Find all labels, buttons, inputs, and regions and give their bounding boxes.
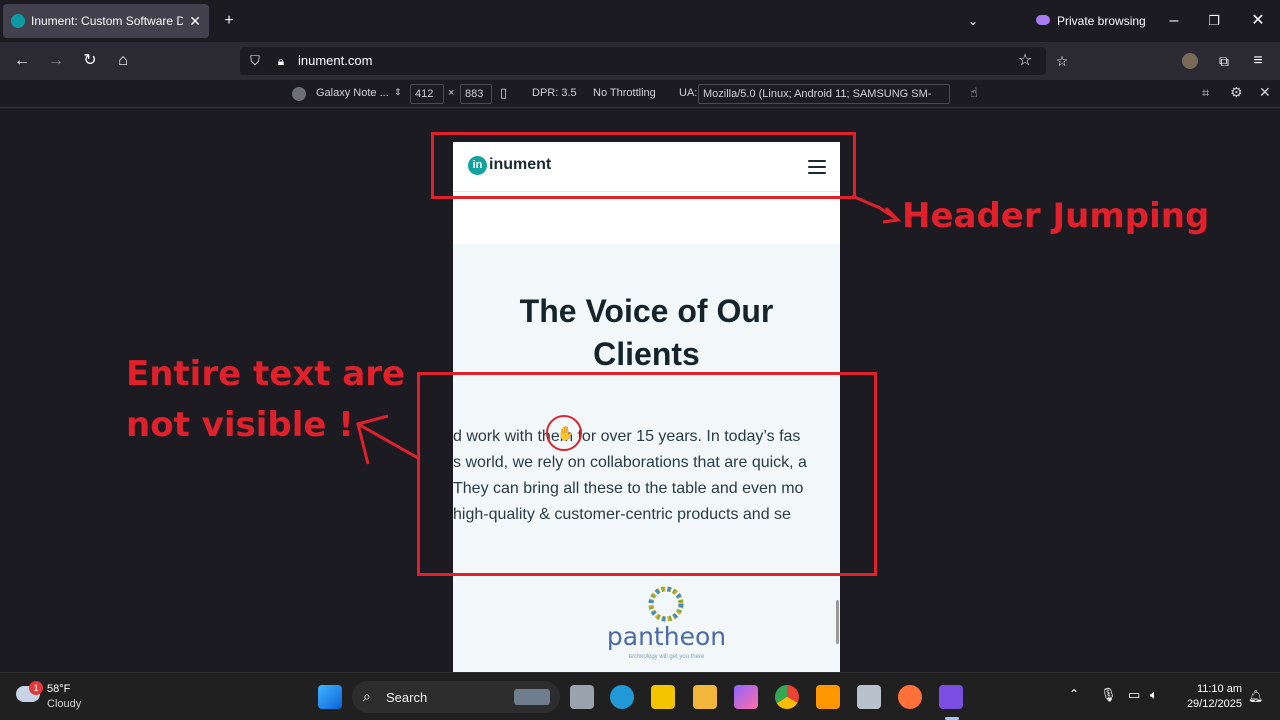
- text-arrow-icon: [356, 414, 419, 465]
- bookmark-star-icon[interactable]: ☆: [1015, 51, 1035, 71]
- weather-temperature[interactable]: 58°F: [47, 683, 70, 695]
- close-tab-icon[interactable]: ✕: [189, 13, 201, 30]
- heading-line-2: Clients: [593, 336, 700, 372]
- menu-icon[interactable]: ≡: [1248, 51, 1268, 71]
- volume-icon[interactable]: 🔈︎: [1150, 687, 1158, 703]
- chrome-icon[interactable]: [775, 685, 799, 709]
- restore-icon[interactable]: ❐: [1204, 11, 1224, 31]
- network-icon[interactable]: ▭: [1128, 687, 1140, 703]
- rotate-viewport-icon[interactable]: ▯: [500, 85, 507, 101]
- settings-gear-icon[interactable]: ⚙: [1230, 84, 1243, 101]
- firefox-icon[interactable]: [898, 685, 922, 709]
- viewport-width-input[interactable]: 412: [410, 84, 444, 104]
- task-view-icon[interactable]: [570, 685, 594, 709]
- client-tagline: technology will get you there: [628, 654, 705, 660]
- clock-date[interactable]: 29/12/2025: [1180, 698, 1242, 710]
- device-selector-chevron-icon[interactable]: ⇕: [394, 87, 402, 98]
- list-tabs-chevron-icon[interactable]: ⌄: [963, 11, 983, 31]
- windows-taskbar: 1 58°F Cloudy ⌕ Search ⌃ 🎙︎ ▭ 🔈︎ 11:10 a…: [0, 672, 1280, 720]
- lock-icon[interactable]: 🔒︎: [272, 51, 290, 71]
- navigation-bar: ← → ↻ ⌂ ⛉ 🔒︎ inument.com ☆ ☆ ⧉ ≡: [0, 42, 1280, 80]
- private-mask-icon: [1036, 15, 1050, 25]
- testimonials-heading: The Voice of Our Clients: [453, 290, 840, 376]
- edge-icon[interactable]: [610, 685, 634, 709]
- account-avatar-icon[interactable]: [1182, 53, 1198, 69]
- home-icon[interactable]: ⌂: [113, 51, 133, 71]
- ua-label: UA:: [679, 87, 698, 99]
- file-explorer-icon[interactable]: [693, 685, 717, 709]
- media-player-icon[interactable]: [857, 685, 881, 709]
- url-text[interactable]: inument.com: [298, 53, 372, 68]
- search-label: Search: [386, 690, 428, 705]
- close-window-icon[interactable]: ✕: [1248, 11, 1268, 31]
- sublime-text-icon[interactable]: [816, 685, 840, 709]
- windows-start-icon[interactable]: [318, 685, 342, 709]
- new-tab-icon[interactable]: +: [219, 11, 239, 31]
- dpr-selector[interactable]: DPR: 3.5: [532, 87, 577, 99]
- private-browsing-label: Private browsing: [1057, 14, 1146, 28]
- header-arrow-icon: [851, 194, 902, 224]
- search-highlight-image: [514, 689, 550, 705]
- text-note-line-1: Entire text are: [126, 354, 406, 394]
- back-icon[interactable]: ←: [12, 51, 32, 71]
- viewport-height-input[interactable]: 883: [460, 84, 492, 104]
- extensions-icon[interactable]: ⧉: [1214, 51, 1234, 71]
- site-favicon-icon: [11, 14, 25, 28]
- forward-icon[interactable]: →: [46, 51, 66, 71]
- microphone-icon[interactable]: 🎙︎: [1100, 687, 1117, 703]
- browser-tab[interactable]: Inument: Custom Software Devel... ✕: [3, 4, 209, 38]
- player-app-icon[interactable]: [651, 685, 675, 709]
- minimize-icon[interactable]: –: [1164, 11, 1184, 31]
- clock-time[interactable]: 11:10 am: [1190, 683, 1242, 695]
- shield-icon[interactable]: ⛉: [246, 51, 264, 71]
- screenshot-icon[interactable]: ⌗: [1202, 85, 1209, 101]
- notifications-icon[interactable]: 🔔︎: [1248, 689, 1263, 703]
- viewport-scrollbar[interactable]: [836, 600, 839, 644]
- header-jumping-note: Header Jumping: [902, 196, 1210, 236]
- weather-alert-badge: 1: [29, 681, 43, 695]
- tab-title: Inument: Custom Software Devel...: [31, 14, 184, 28]
- save-to-pocket-icon[interactable]: ☆: [1052, 51, 1072, 71]
- touch-simulation-icon[interactable]: ☝: [970, 85, 978, 101]
- throttling-selector[interactable]: No Throttling: [593, 87, 656, 99]
- reload-icon[interactable]: ↻: [80, 51, 100, 71]
- device-icon: [292, 87, 306, 101]
- header-highlight-box: [431, 132, 856, 199]
- close-rdm-icon[interactable]: ✕: [1259, 84, 1271, 101]
- copilot-icon[interactable]: [734, 685, 758, 709]
- dimension-separator: ×: [448, 87, 455, 99]
- url-bar[interactable]: ⛉ 🔒︎ inument.com ☆: [240, 47, 1046, 75]
- pantheon-logo-icon: [648, 586, 684, 622]
- device-selector[interactable]: Galaxy Note ...: [316, 87, 389, 99]
- text-highlight-box: [417, 372, 877, 576]
- text-note-line-2: not visible !: [126, 405, 354, 445]
- show-hidden-icons-chevron-icon[interactable]: ⌃: [1069, 687, 1079, 701]
- responsive-design-toolbar: Galaxy Note ... ⇕ 412 × 883 ▯ DPR: 3.5 N…: [0, 80, 1280, 108]
- firefox-private-icon[interactable]: [939, 685, 963, 709]
- heading-line-1: The Voice of Our: [519, 293, 774, 329]
- tab-bar: Inument: Custom Software Devel... ✕ + ⌄ …: [0, 0, 1280, 42]
- search-icon: ⌕: [363, 688, 371, 704]
- user-agent-input[interactable]: Mozilla/5.0 (Linux; Android 11; SAMSUNG …: [698, 84, 950, 104]
- hero-bottom-band: [453, 192, 840, 244]
- client-name: pantheon: [606, 622, 727, 651]
- taskbar-search[interactable]: ⌕ Search: [352, 681, 560, 713]
- weather-description[interactable]: Cloudy: [47, 698, 81, 710]
